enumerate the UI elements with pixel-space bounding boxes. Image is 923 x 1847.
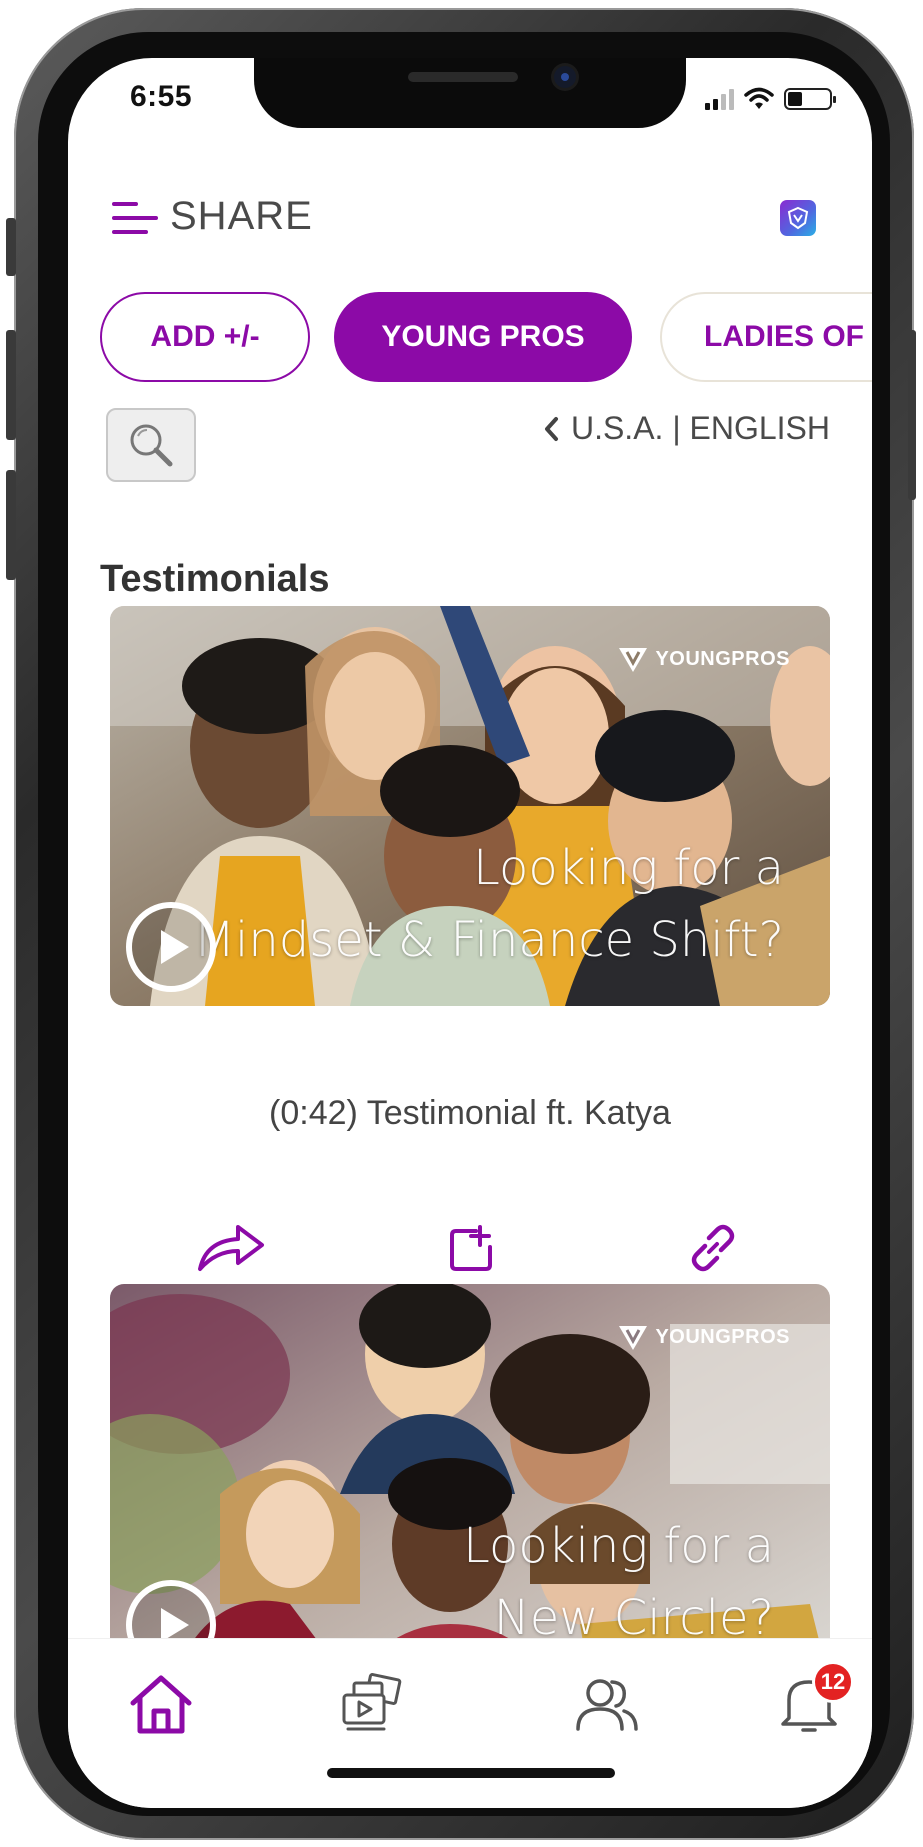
volume-down-button (6, 470, 16, 580)
silent-switch (6, 218, 16, 276)
hamburger-menu-icon[interactable] (112, 198, 162, 238)
section-title: Testimonials (100, 558, 330, 600)
region-language-selector[interactable]: U.S.A. | ENGLISH (543, 410, 830, 447)
contacts-icon (576, 1679, 638, 1731)
brand-name: YOUNGPROS (655, 647, 790, 670)
overlay-headline: Looking for a Mindset & Finance Shift? (194, 832, 784, 976)
overlay-line: Looking for a (473, 840, 784, 896)
copy-link-button[interactable] (678, 1218, 748, 1278)
copy-link-icon (691, 1224, 735, 1272)
chip-young-pros[interactable]: YOUNG PROS (334, 292, 632, 382)
play-button[interactable] (126, 902, 216, 992)
brand-logo: YOUNGPROS (617, 1322, 790, 1352)
nav-notifications[interactable]: 12 (774, 1661, 854, 1739)
home-icon (130, 1675, 192, 1734)
add-to-collection-button[interactable] (436, 1218, 506, 1278)
nav-home[interactable] (126, 1669, 196, 1739)
video-card[interactable]: YOUNGPROS Looking for a New Circle? (110, 1284, 830, 1684)
status-time: 6:55 (130, 80, 193, 113)
page-title: SHARE (170, 194, 313, 238)
share-arrow-icon (198, 1225, 264, 1271)
overlay-line: Mindset & Finance Shift? (193, 912, 784, 968)
overlay-line: Looking for a (463, 1518, 774, 1574)
media-library-icon (342, 1673, 402, 1731)
region-label: U.S.A. | ENGLISH (570, 410, 830, 446)
app-header: SHARE (68, 158, 872, 258)
notification-badge: 12 (812, 1661, 854, 1703)
nav-contacts[interactable] (572, 1669, 642, 1739)
app-logo-icon[interactable] (780, 200, 816, 236)
youngpros-logo-icon (619, 648, 648, 672)
search-icon (130, 424, 173, 467)
nav-media[interactable] (338, 1669, 408, 1739)
wifi-icon (744, 87, 774, 109)
notch (254, 58, 686, 128)
brand-name: YOUNGPROS (655, 1325, 790, 1348)
volume-up-button (6, 330, 16, 440)
overlay-headline: Looking for a New Circle? (463, 1510, 774, 1654)
device-mockup: 6:55 SHARE ADD +/- YOUNG PROS LADIES OF … (0, 0, 923, 1847)
category-chips: ADD +/- YOUNG PROS LADIES OF (100, 292, 872, 384)
brand-logo: YOUNGPROS (617, 644, 790, 674)
search-button[interactable] (106, 408, 196, 482)
chip-ladies-of[interactable]: LADIES OF (660, 292, 872, 382)
home-indicator[interactable] (327, 1768, 615, 1778)
chip-add[interactable]: ADD +/- (100, 292, 310, 382)
status-icons (705, 84, 836, 114)
app-screen: 6:55 SHARE ADD +/- YOUNG PROS LADIES OF … (68, 58, 872, 1808)
youngpros-logo-icon (619, 1326, 648, 1350)
cellular-signal-icon (705, 88, 734, 110)
battery-icon (784, 88, 836, 110)
power-button (908, 330, 916, 500)
share-button[interactable] (196, 1218, 266, 1278)
chevron-left-icon (544, 416, 558, 441)
video-caption: (0:42) Testimonial ft. Katya (269, 1094, 671, 1132)
bottom-navigation: 12 (68, 1638, 872, 1808)
add-to-collection-icon (450, 1225, 492, 1271)
video-card[interactable]: YOUNGPROS Looking for a Mindset & Financ… (110, 606, 830, 1006)
card-actions (68, 1218, 872, 1278)
